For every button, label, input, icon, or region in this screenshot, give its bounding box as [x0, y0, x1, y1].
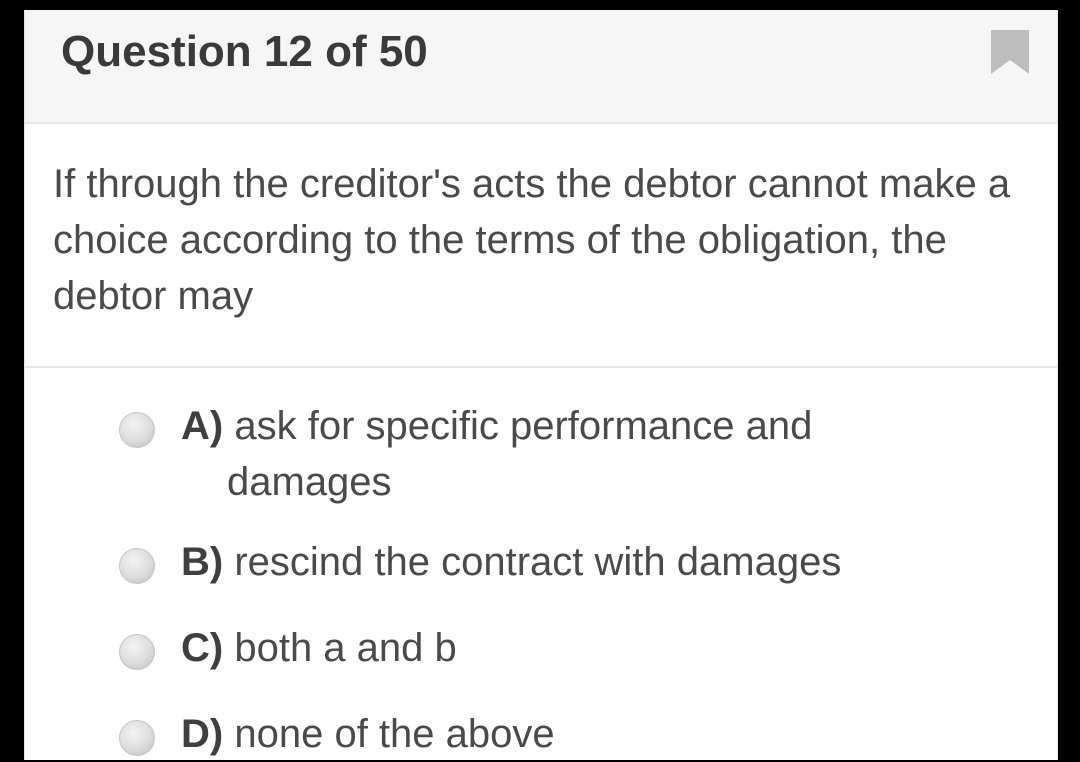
option-b-line1: rescind the contract with damages [234, 540, 842, 584]
option-c-text: C) both a and b [181, 620, 981, 676]
screen: Question 12 of 50 If through the credito… [0, 0, 1080, 760]
question-header: Question 12 of 50 [25, 10, 1057, 124]
option-a[interactable]: A) ask for specific performance and dama… [119, 398, 999, 510]
option-c-letter: C) [181, 626, 224, 670]
option-b-radio[interactable] [119, 548, 155, 584]
option-b-text: B) rescind the contract with damages [181, 534, 981, 590]
option-d-letter: D) [181, 712, 224, 756]
option-d[interactable]: D) none of the above [119, 706, 999, 760]
option-d-radio[interactable] [119, 720, 155, 756]
option-b-letter: B) [181, 540, 224, 584]
option-a-text: A) ask for specific performance and dama… [181, 398, 981, 510]
question-text: If through the creditor's acts the debto… [53, 162, 1011, 318]
option-a-line1: ask for specific performance and [234, 404, 813, 448]
option-a-letter: A) [181, 404, 224, 448]
option-d-line1: none of the above [234, 712, 555, 756]
option-c[interactable]: C) both a and b [119, 620, 999, 676]
question-card: Question 12 of 50 If through the credito… [24, 10, 1058, 760]
option-d-text: D) none of the above [181, 706, 981, 762]
question-counter: Question 12 of 50 [61, 27, 428, 76]
option-a-line2: damages [227, 460, 392, 504]
bookmark-icon[interactable] [989, 28, 1031, 76]
option-c-radio[interactable] [119, 634, 155, 670]
divider [25, 366, 1057, 368]
option-a-radio[interactable] [119, 412, 155, 448]
option-b[interactable]: B) rescind the contract with damages [119, 534, 999, 590]
option-c-line1: both a and b [234, 626, 457, 670]
